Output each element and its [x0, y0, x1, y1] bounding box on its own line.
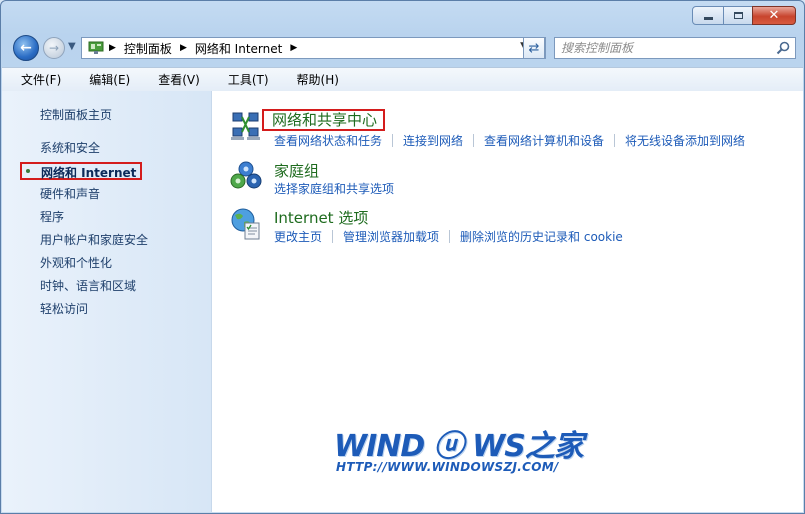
control-panel-icon	[88, 41, 104, 54]
close-icon: ✕	[768, 8, 780, 23]
link-add-wireless-device[interactable]: 将无线设备添加到网络	[625, 132, 745, 149]
maximize-button[interactable]	[723, 6, 753, 25]
link-homegroup-options[interactable]: 选择家庭组和共享选项	[274, 180, 394, 197]
category-title-network-sharing[interactable]: 网络和共享中心	[262, 109, 386, 131]
sidebar-item-clock-language[interactable]: 时钟、语言和区域	[40, 277, 136, 294]
breadcrumb-separator[interactable]: ▶	[290, 43, 297, 53]
sidebar-item-programs[interactable]: 程序	[40, 208, 64, 225]
minimize-icon	[703, 17, 713, 20]
navigation-bar: ← → ▼ ▶ 控制面板 ▶ 网络和 Internet ▶ ▼ ⇄	[1, 33, 804, 63]
internet-options-icon	[231, 208, 260, 240]
link-divider	[392, 134, 394, 147]
search-box[interactable]	[554, 37, 796, 59]
search-icon[interactable]	[776, 41, 790, 55]
link-connect-network[interactable]: 连接到网络	[403, 132, 463, 149]
breadcrumb-network-internet[interactable]: 网络和 Internet	[195, 40, 282, 57]
address-bar[interactable]: ▶ 控制面板 ▶ 网络和 Internet ▶ ▼	[81, 37, 546, 59]
watermark-url: HTTP://WWW.WINDOWSZJ.COM/	[336, 460, 559, 474]
link-divider	[473, 134, 475, 147]
sidebar-item-home[interactable]: 控制面板主页	[40, 106, 112, 123]
refresh-button[interactable]: ⇄	[523, 37, 545, 59]
homegroup-icon	[230, 161, 262, 189]
category-title-internet-options[interactable]: Internet 选项	[274, 207, 368, 228]
sidebar-item-ease-of-access[interactable]: 轻松访问	[40, 300, 88, 317]
recent-pages-dropdown[interactable]: ▼	[68, 41, 76, 52]
current-page-bullet-icon	[26, 169, 30, 173]
back-arrow-icon: ←	[20, 40, 32, 56]
link-divider	[449, 230, 451, 243]
menu-bar: 文件(F) 编辑(E) 查看(V) 工具(T) 帮助(H)	[2, 67, 803, 92]
link-manage-addons[interactable]: 管理浏览器加载项	[343, 228, 439, 245]
breadcrumb-separator[interactable]: ▶	[180, 43, 187, 53]
refresh-icon: ⇄	[528, 40, 540, 56]
caption-buttons: ✕	[692, 6, 796, 25]
close-button[interactable]: ✕	[752, 6, 796, 25]
sidebar-item-system-security[interactable]: 系统和安全	[40, 139, 100, 156]
menu-help[interactable]: 帮助(H)	[278, 71, 348, 88]
category-links-internet-options: 更改主页 管理浏览器加载项 删除浏览的历史记录和 cookie	[274, 228, 623, 245]
link-divider	[332, 230, 334, 243]
search-input[interactable]	[561, 40, 761, 56]
menu-tools[interactable]: 工具(T)	[209, 71, 278, 88]
sidebar-item-label: 网络和 Internet	[41, 166, 137, 180]
menu-file[interactable]: 文件(F)	[2, 71, 70, 88]
menu-edit[interactable]: 编辑(E)	[70, 71, 139, 88]
link-delete-history[interactable]: 删除浏览的历史记录和 cookie	[460, 228, 623, 245]
sidebar-item-hardware-sound[interactable]: 硬件和声音	[40, 185, 100, 202]
network-sharing-icon	[231, 112, 260, 140]
control-panel-window: ✕ ← → ▼ ▶ 控制面板 ▶ 网络和 Internet ▶ ▼ ⇄	[0, 0, 805, 514]
link-divider	[614, 134, 616, 147]
sidebar-item-network-internet[interactable]: 网络和 Internet	[20, 162, 142, 180]
link-change-homepage[interactable]: 更改主页	[274, 228, 322, 245]
watermark-logo: WIND ⓤ WS之家 HTTP://WWW.WINDOWSZJ.COM/	[334, 421, 584, 479]
category-links-network-sharing: 查看网络状态和任务 连接到网络 查看网络计算机和设备 将无线设备添加到网络	[274, 132, 745, 149]
watermark-title: WIND ⓤ WS之家	[334, 429, 584, 464]
minimize-button[interactable]	[692, 6, 724, 25]
breadcrumb-control-panel[interactable]: 控制面板	[124, 40, 172, 57]
menu-view[interactable]: 查看(V)	[139, 71, 209, 88]
category-links-homegroup: 选择家庭组和共享选项	[274, 180, 394, 197]
sidebar: 控制面板主页 系统和安全 网络和 Internet 硬件和声音 程序 用户帐户和…	[2, 91, 212, 512]
link-view-network-status[interactable]: 查看网络状态和任务	[274, 132, 382, 149]
breadcrumb-separator[interactable]: ▶	[109, 43, 116, 53]
maximize-icon	[733, 12, 743, 19]
back-button[interactable]: ←	[13, 35, 39, 61]
forward-arrow-icon: →	[48, 41, 60, 55]
category-title-homegroup[interactable]: 家庭组	[274, 160, 319, 181]
sidebar-item-appearance[interactable]: 外观和个性化	[40, 254, 112, 271]
forward-button[interactable]: →	[43, 37, 65, 59]
sidebar-item-user-accounts[interactable]: 用户帐户和家庭安全	[40, 231, 148, 248]
link-view-network-computers[interactable]: 查看网络计算机和设备	[484, 132, 604, 149]
